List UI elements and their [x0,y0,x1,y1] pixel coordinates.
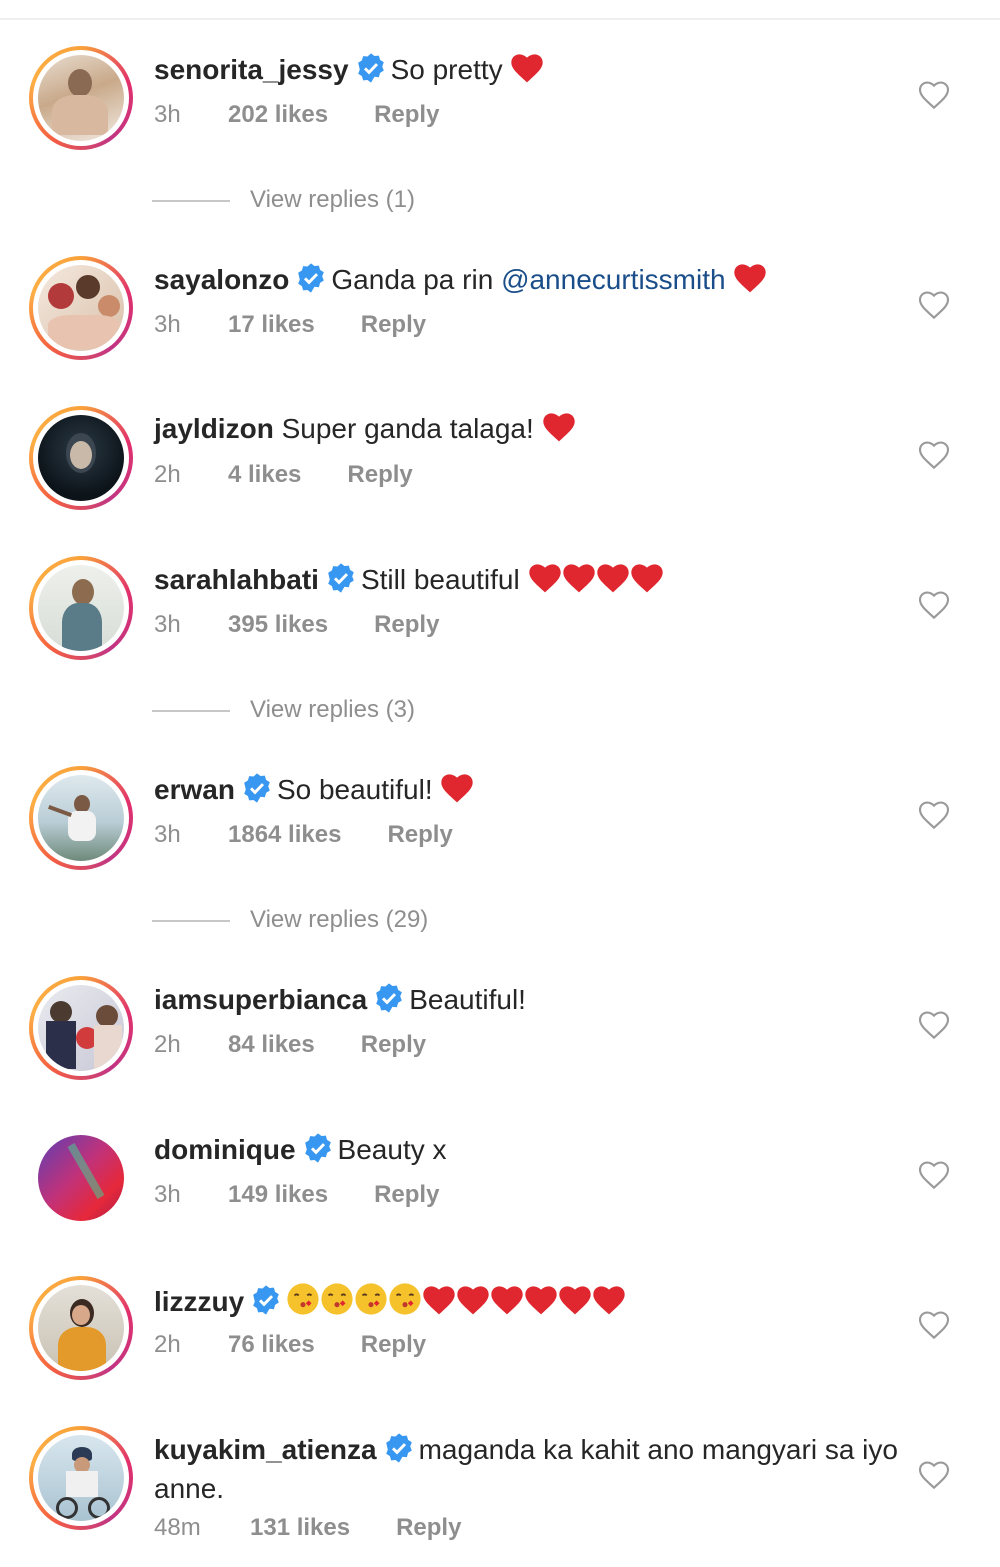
avatar[interactable] [29,976,133,1080]
reply-button[interactable]: Reply [361,1331,426,1359]
red-heart-emoji [528,563,562,601]
red-heart-emoji [596,563,630,601]
likes-count[interactable]: 1864 likes [228,821,341,849]
red-heart-emoji [592,1285,626,1323]
comment-time: 3h [154,311,181,338]
reply-button[interactable]: Reply [374,1181,439,1209]
comment-time: 3h [154,821,181,848]
comment-time: 2h [154,461,181,488]
reply-button[interactable]: Reply [374,611,439,639]
avatar[interactable] [29,46,133,150]
red-heart-emoji [440,773,474,811]
kissing-face-emoji [388,1282,422,1324]
verified-badge-icon [295,262,327,302]
red-heart-emoji [630,563,664,601]
username[interactable]: lizzzuy [154,1286,244,1317]
view-replies-button[interactable]: View replies (29) [152,906,428,936]
comment-time: 3h [154,611,181,638]
like-heart-icon[interactable] [918,1460,950,1490]
comment-time: 3h [154,1181,181,1208]
comment-text: Ganda pa rin [331,264,502,295]
username[interactable]: dominique [154,1134,296,1165]
divider [152,709,230,712]
username[interactable]: sayalonzo [154,264,289,295]
red-heart-emoji [490,1285,524,1323]
view-replies-button[interactable]: View replies (3) [152,696,415,726]
divider [152,919,230,922]
view-replies-button[interactable]: View replies (1) [152,186,415,216]
red-heart-emoji [562,563,596,601]
verified-badge-icon [325,562,357,602]
like-heart-icon[interactable] [918,1010,950,1040]
likes-count[interactable]: 84 likes [228,1031,315,1059]
kissing-face-emoji [286,1282,320,1324]
verified-badge-icon [250,1284,282,1324]
view-replies-label: View replies (3) [250,696,415,723]
like-heart-icon[interactable] [918,80,950,110]
comment-time: 48m [154,1514,201,1541]
red-heart-emoji [558,1285,592,1323]
reply-button[interactable]: Reply [374,101,439,129]
comment-time: 2h [154,1031,181,1058]
avatar[interactable] [29,406,133,510]
verified-badge-icon [383,1432,415,1472]
verified-badge-icon [355,52,387,92]
avatar[interactable] [29,1426,133,1530]
likes-count[interactable]: 395 likes [228,611,328,639]
comment-time: 3h [154,101,181,128]
red-heart-emoji [733,263,767,301]
view-replies-label: View replies (1) [250,186,415,213]
top-divider [0,18,1000,20]
like-heart-icon[interactable] [918,1160,950,1190]
likes-count[interactable]: 4 likes [228,461,301,489]
avatar[interactable] [29,766,133,870]
username[interactable]: sarahlahbati [154,564,319,595]
like-heart-icon[interactable] [918,590,950,620]
reply-button[interactable]: Reply [361,311,426,339]
username[interactable]: kuyakim_atienza [154,1434,377,1465]
red-heart-emoji [524,1285,558,1323]
verified-badge-icon [302,1132,334,1172]
likes-count[interactable]: 202 likes [228,101,328,129]
kissing-face-emoji [354,1282,388,1324]
comment-text: Beautiful! [409,984,526,1015]
like-heart-icon[interactable] [918,1310,950,1340]
reply-button[interactable]: Reply [387,821,452,849]
verified-badge-icon [373,982,405,1022]
comment-text: Still beautiful [360,564,520,595]
red-heart-emoji [510,53,544,91]
kissing-face-emoji [320,1282,354,1324]
reply-button[interactable]: Reply [361,1031,426,1059]
username[interactable]: senorita_jessy [154,54,349,85]
comment-time: 2h [154,1331,181,1358]
reply-button[interactable]: Reply [347,461,412,489]
avatar[interactable] [29,1276,133,1380]
username[interactable]: erwan [154,774,235,805]
verified-badge-icon [241,772,273,812]
username[interactable]: iamsuperbianca [154,984,367,1015]
like-heart-icon[interactable] [918,290,950,320]
likes-count[interactable]: 131 likes [250,1514,350,1542]
red-heart-emoji [422,1285,456,1323]
divider [152,199,230,202]
comment-text: Beauty x [337,1134,447,1165]
mention-link[interactable]: @annecurtissmith [501,264,726,295]
comment-text: So beautiful! [276,774,433,805]
red-heart-emoji [456,1285,490,1323]
avatar[interactable] [29,256,133,360]
like-heart-icon[interactable] [918,440,950,470]
comment-text: So pretty [390,54,503,85]
reply-button[interactable]: Reply [396,1514,461,1542]
like-heart-icon[interactable] [918,800,950,830]
likes-count[interactable]: 17 likes [228,311,315,339]
likes-count[interactable]: 76 likes [228,1331,315,1359]
comment-text: Super ganda talaga! [281,413,534,444]
username[interactable]: jayldizon [154,413,274,444]
likes-count[interactable]: 149 likes [228,1181,328,1209]
avatar[interactable] [38,1135,124,1221]
avatar[interactable] [29,556,133,660]
red-heart-emoji [542,412,576,450]
view-replies-label: View replies (29) [250,906,429,933]
